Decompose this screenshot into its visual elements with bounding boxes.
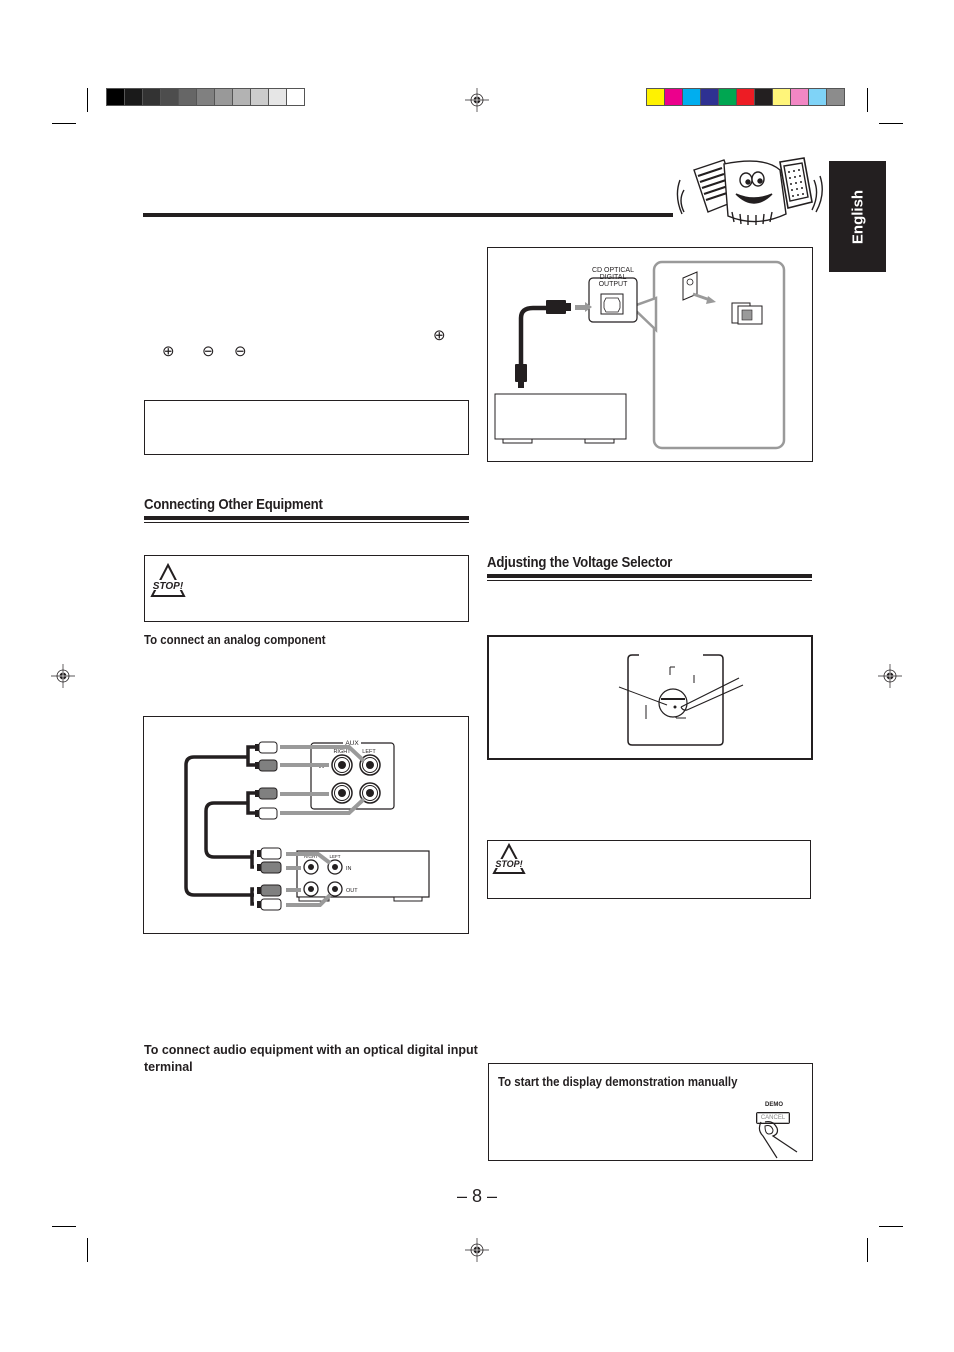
rca-plug-icon xyxy=(257,847,282,860)
plus-terminal-icon: ⊕ xyxy=(433,327,446,344)
color-swatch xyxy=(179,89,196,105)
color-swatch xyxy=(233,89,250,105)
grayscale-calibration-bar xyxy=(106,88,305,106)
device-row-label: IN xyxy=(346,866,352,872)
color-swatch xyxy=(161,89,178,105)
language-tab: English xyxy=(829,161,886,272)
color-swatch xyxy=(143,89,160,105)
rca-plug-icon xyxy=(255,807,278,820)
color-swatch xyxy=(827,89,844,105)
voltage-selector-art xyxy=(618,654,744,746)
color-swatch xyxy=(287,89,304,105)
note-box xyxy=(144,400,469,455)
header-rule xyxy=(143,213,673,217)
color-swatch xyxy=(683,89,700,105)
color-swatch xyxy=(269,89,286,105)
detail-callout-frame xyxy=(652,260,786,450)
color-swatch xyxy=(647,89,664,105)
subhead-optical-digital-text: To connect audio equipment with an optic… xyxy=(144,1043,478,1074)
crop-mark xyxy=(87,1238,88,1262)
section-rule xyxy=(144,516,469,520)
minus-terminal-icon: ⊖ xyxy=(234,343,247,360)
audio-cable xyxy=(184,745,255,906)
registration-mark-icon xyxy=(51,664,75,688)
audio-equipment-box xyxy=(494,393,627,440)
voltage-selector-dial xyxy=(658,688,688,718)
port-label-line: CD OPTICAL xyxy=(592,267,634,274)
subhead-demo: To start the display demonstration manua… xyxy=(498,1074,738,1089)
crop-mark xyxy=(867,88,868,112)
crop-mark xyxy=(52,123,76,124)
registration-mark-icon xyxy=(878,664,902,688)
caution-box: STOP! xyxy=(144,555,469,622)
color-swatch xyxy=(251,89,268,105)
crop-mark xyxy=(879,1226,903,1227)
color-swatch xyxy=(773,89,790,105)
device-row-label: OUT xyxy=(346,888,358,894)
crop-mark xyxy=(867,1238,868,1262)
rca-jack-icon xyxy=(303,859,319,875)
rca-plug-icon xyxy=(255,741,278,754)
optical-connection-diagram: CD OPTICAL DIGITAL OUTPUT xyxy=(487,247,813,462)
crop-mark xyxy=(879,123,903,124)
screwdriver-icon xyxy=(680,677,744,711)
port-label-line: OUTPUT xyxy=(599,281,629,288)
color-swatch xyxy=(197,89,214,105)
registration-mark-icon xyxy=(465,1238,489,1262)
section-rule xyxy=(144,522,469,523)
plus-terminal-icon: ⊕ xyxy=(162,343,175,360)
rca-jack-icon xyxy=(331,782,353,804)
registration-mark-icon xyxy=(465,88,489,112)
section-rule xyxy=(487,580,812,581)
aux-diagram-art: AUX RIGHT LEFT IN OUT RIGHT LEFT IN OUT xyxy=(184,738,430,911)
port-label-line: DIGITAL xyxy=(600,274,627,281)
demo-instruction-box: To start the display demonstration manua… xyxy=(488,1063,813,1161)
section-title-voltage-selector: Adjusting the Voltage Selector xyxy=(487,554,673,571)
color-swatch xyxy=(701,89,718,105)
demo-label: DEMO xyxy=(765,1102,783,1108)
color-swatch xyxy=(791,89,808,105)
pressing-finger-icon xyxy=(758,1121,798,1159)
language-tab-label: English xyxy=(849,189,866,244)
accordion-mascot-icon xyxy=(676,157,823,225)
caution-box: STOP! xyxy=(487,840,811,899)
color-swatch xyxy=(107,89,124,105)
rca-plug-icon xyxy=(257,884,282,897)
color-swatch xyxy=(215,89,232,105)
device-channel-label: LEFT xyxy=(329,854,340,859)
analog-connection-diagram: AUX RIGHT LEFT IN OUT RIGHT LEFT IN OUT xyxy=(143,716,469,934)
pointer-line xyxy=(618,686,668,706)
rca-plug-icon xyxy=(255,787,278,800)
rca-plug-icon xyxy=(255,759,278,772)
color-swatch xyxy=(125,89,142,105)
rca-jack-icon xyxy=(331,754,353,776)
rca-plug-icon xyxy=(257,861,282,874)
minus-terminal-icon: ⊖ xyxy=(202,343,215,360)
subhead-optical-digital: To connect audio equipment with an optic… xyxy=(144,1042,484,1076)
crop-mark xyxy=(87,88,88,112)
channel-label: LEFT xyxy=(362,749,376,755)
color-calibration-bar xyxy=(646,88,845,106)
voltage-selector-diagram xyxy=(487,635,813,760)
color-swatch xyxy=(809,89,826,105)
optical-diagram-art: CD OPTICAL DIGITAL OUTPUT xyxy=(494,260,786,450)
subhead-analog-component: To connect an analog component xyxy=(144,632,326,647)
stop-warning-icon: STOP! xyxy=(492,843,526,874)
color-swatch xyxy=(719,89,736,105)
color-swatch xyxy=(665,89,682,105)
stop-label: STOP! xyxy=(153,581,184,592)
rca-jack-icon xyxy=(327,881,343,897)
color-swatch xyxy=(755,89,772,105)
crop-mark xyxy=(52,1226,76,1227)
color-swatch xyxy=(737,89,754,105)
rca-plug-icon xyxy=(257,898,282,911)
stop-warning-icon: STOP! xyxy=(150,562,186,597)
rca-jack-icon xyxy=(303,881,319,897)
stop-label: STOP! xyxy=(495,859,522,869)
section-title-connecting-other-equipment: Connecting Other Equipment xyxy=(144,496,323,513)
page-number: – 8 – xyxy=(456,1186,498,1206)
section-rule xyxy=(487,574,812,578)
channel-label: RIGHT xyxy=(333,749,351,755)
